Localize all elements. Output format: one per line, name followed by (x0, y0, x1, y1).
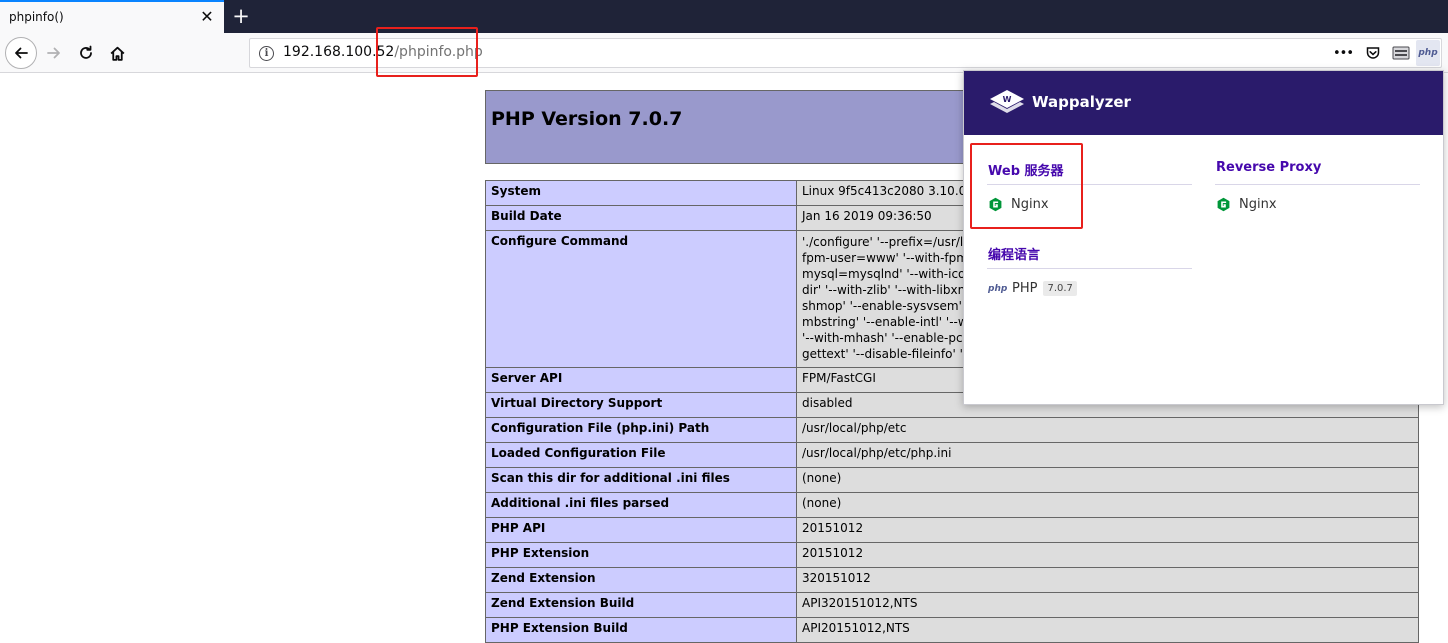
row-label: Zend Extension Build (485, 592, 797, 618)
page-actions-icon[interactable]: ••• (1330, 39, 1356, 67)
navigation-toolbar: i 192.168.100.52/phpinfo.php ••• php (0, 33, 1448, 73)
row-label: Configure Command (485, 230, 797, 368)
reload-icon (80, 45, 92, 59)
home-icon (110, 46, 124, 61)
row-label: Loaded Configuration File (485, 442, 797, 468)
back-button[interactable] (5, 37, 37, 69)
app-name: Nginx (1239, 197, 1277, 212)
table-row: Scan this dir for additional .ini files … (485, 467, 1419, 493)
row-label: Additional .ini files parsed (485, 492, 797, 518)
app-php[interactable]: php PHP 7.0.7 (988, 281, 1077, 296)
php-icon: php (988, 283, 1008, 294)
table-row: Configuration File (php.ini) Path /usr/l… (485, 417, 1419, 443)
url-path-highlight (376, 27, 478, 77)
app-nginx-proxy[interactable]: Nginx (1216, 197, 1277, 212)
reload-button[interactable] (72, 39, 100, 67)
tab-close-icon[interactable]: ✕ (198, 8, 216, 26)
wappalyzer-header: W Wappalyzer (964, 71, 1443, 135)
category-programming-language[interactable]: 编程语言 (988, 244, 1040, 263)
back-arrow-icon (15, 47, 28, 59)
row-label: Server API (485, 367, 797, 393)
wappalyzer-popup: W Wappalyzer Web 服务器 Nginx Reverse Proxy… (963, 70, 1444, 405)
table-row: PHP Extension 20151012 (485, 542, 1419, 568)
row-label: System (485, 180, 797, 206)
site-info-icon[interactable]: i (259, 46, 274, 61)
row-value: (none) (796, 467, 1419, 493)
row-label: Virtual Directory Support (485, 392, 797, 418)
row-value: API320151012,NTS (796, 592, 1419, 618)
new-tab-button[interactable]: + (230, 4, 252, 28)
web-server-highlight (970, 143, 1083, 229)
tab-phpinfo[interactable]: phpinfo() ✕ (0, 0, 224, 33)
table-row: Additional .ini files parsed (none) (485, 492, 1419, 518)
wappalyzer-brand: Wappalyzer (1032, 93, 1131, 111)
wappalyzer-logo-icon: W (988, 87, 1026, 121)
wappalyzer-extension-button[interactable]: php (1416, 40, 1440, 66)
version-badge: 7.0.7 (1043, 281, 1077, 296)
row-value: /usr/local/php/etc/php.ini (796, 442, 1419, 468)
row-label: Build Date (485, 205, 797, 231)
wappalyzer-logo-letter: W (1003, 95, 1012, 104)
row-label: PHP Extension (485, 542, 797, 568)
nginx-icon (1216, 197, 1231, 212)
row-value: 20151012 (796, 542, 1419, 568)
row-value: /usr/local/php/etc (796, 417, 1419, 443)
category-reverse-proxy[interactable]: Reverse Proxy (1216, 160, 1321, 175)
table-row: PHP API 20151012 (485, 517, 1419, 543)
table-row: Zend Extension 320151012 (485, 567, 1419, 593)
row-label: Configuration File (php.ini) Path (485, 417, 797, 443)
home-button[interactable] (103, 39, 131, 67)
row-label: PHP API (485, 517, 797, 543)
forward-button[interactable] (40, 39, 68, 67)
app-name: PHP (1012, 281, 1038, 296)
table-row: Zend Extension Build API320151012,NTS (485, 592, 1419, 618)
table-row: PHP Extension Build API20151012,NTS (485, 617, 1419, 643)
pocket-icon[interactable] (1360, 39, 1386, 67)
row-value: (none) (796, 492, 1419, 518)
tab-strip: phpinfo() ✕ + (0, 0, 1448, 33)
row-label: PHP Extension Build (485, 617, 797, 643)
table-row: Loaded Configuration File /usr/local/php… (485, 442, 1419, 468)
reader-view-icon[interactable] (1388, 39, 1414, 67)
php-version-title: PHP Version 7.0.7 (491, 108, 683, 130)
category-divider (987, 268, 1192, 269)
forward-arrow-icon (47, 47, 60, 59)
row-value: 320151012 (796, 567, 1419, 593)
row-label: Zend Extension (485, 567, 797, 593)
row-label: Scan this dir for additional .ini files (485, 467, 797, 493)
category-divider (1215, 184, 1420, 185)
tab-title: phpinfo() (9, 10, 64, 24)
php-icon: php (1418, 48, 1438, 58)
row-value: 20151012 (796, 517, 1419, 543)
row-value: API20151012,NTS (796, 617, 1419, 643)
